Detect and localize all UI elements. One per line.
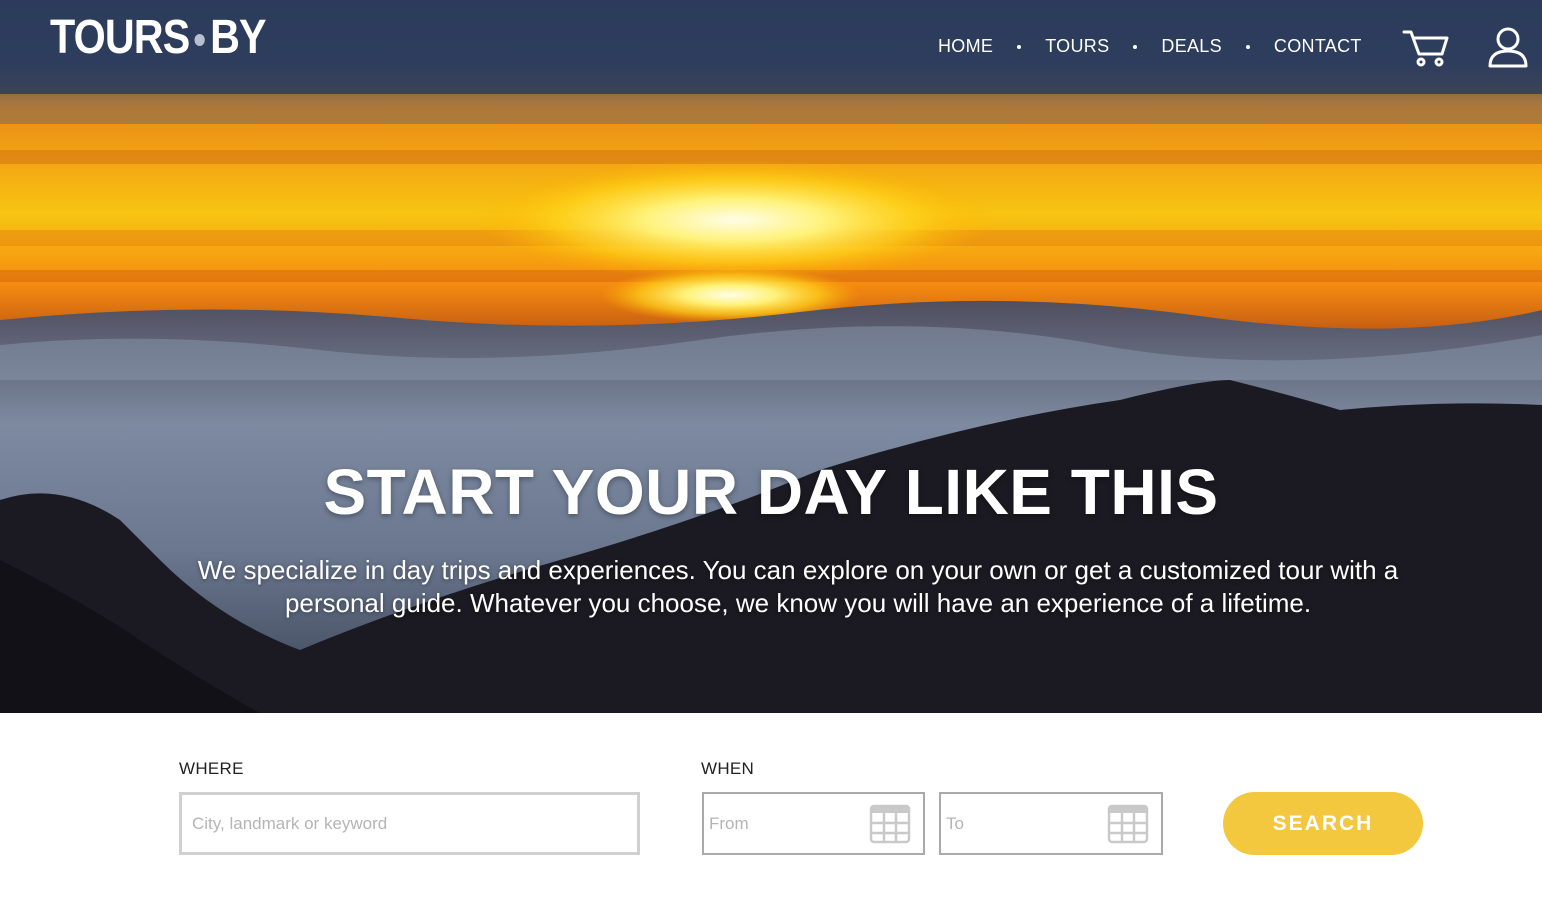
where-input[interactable] <box>179 792 640 855</box>
nav-item-deals[interactable]: DEALS <box>1161 36 1222 57</box>
nav-item-contact[interactable]: CONTACT <box>1274 36 1362 57</box>
to-date-input[interactable] <box>941 794 1101 853</box>
to-date-field[interactable] <box>939 792 1163 855</box>
from-date-field[interactable] <box>702 792 925 855</box>
user-icon[interactable] <box>1488 26 1528 68</box>
hero-subtext: We specialize in day trips and experienc… <box>197 555 1399 618</box>
calendar-icon[interactable] <box>1107 804 1149 844</box>
nav-separator <box>1245 44 1250 49</box>
when-label: WHEN <box>701 759 755 778</box>
nav-item-home[interactable]: HOME <box>938 36 993 57</box>
calendar-icon[interactable] <box>869 804 911 844</box>
logo-text-right: BY <box>210 10 266 64</box>
logo-text-left: TOURS <box>50 10 190 64</box>
nav-separator <box>1017 44 1022 49</box>
site-logo[interactable]: TOURS BY <box>50 10 267 64</box>
nav-separator <box>1133 44 1138 49</box>
top-nav-bar: TOURS BY HOME TOURS DEALS CONTACT <box>0 0 1542 94</box>
search-button[interactable]: SEARCH <box>1223 792 1423 855</box>
main-nav: HOME TOURS DEALS CONTACT <box>938 36 1362 57</box>
from-date-input[interactable] <box>704 794 864 853</box>
shopping-cart-icon[interactable] <box>1402 28 1450 68</box>
hero-headline: START YOUR DAY LIKE THIS <box>323 456 1219 528</box>
where-label: WHERE <box>179 759 244 778</box>
logo-dot-icon <box>194 34 205 46</box>
nav-item-tours[interactable]: TOURS <box>1045 36 1109 57</box>
